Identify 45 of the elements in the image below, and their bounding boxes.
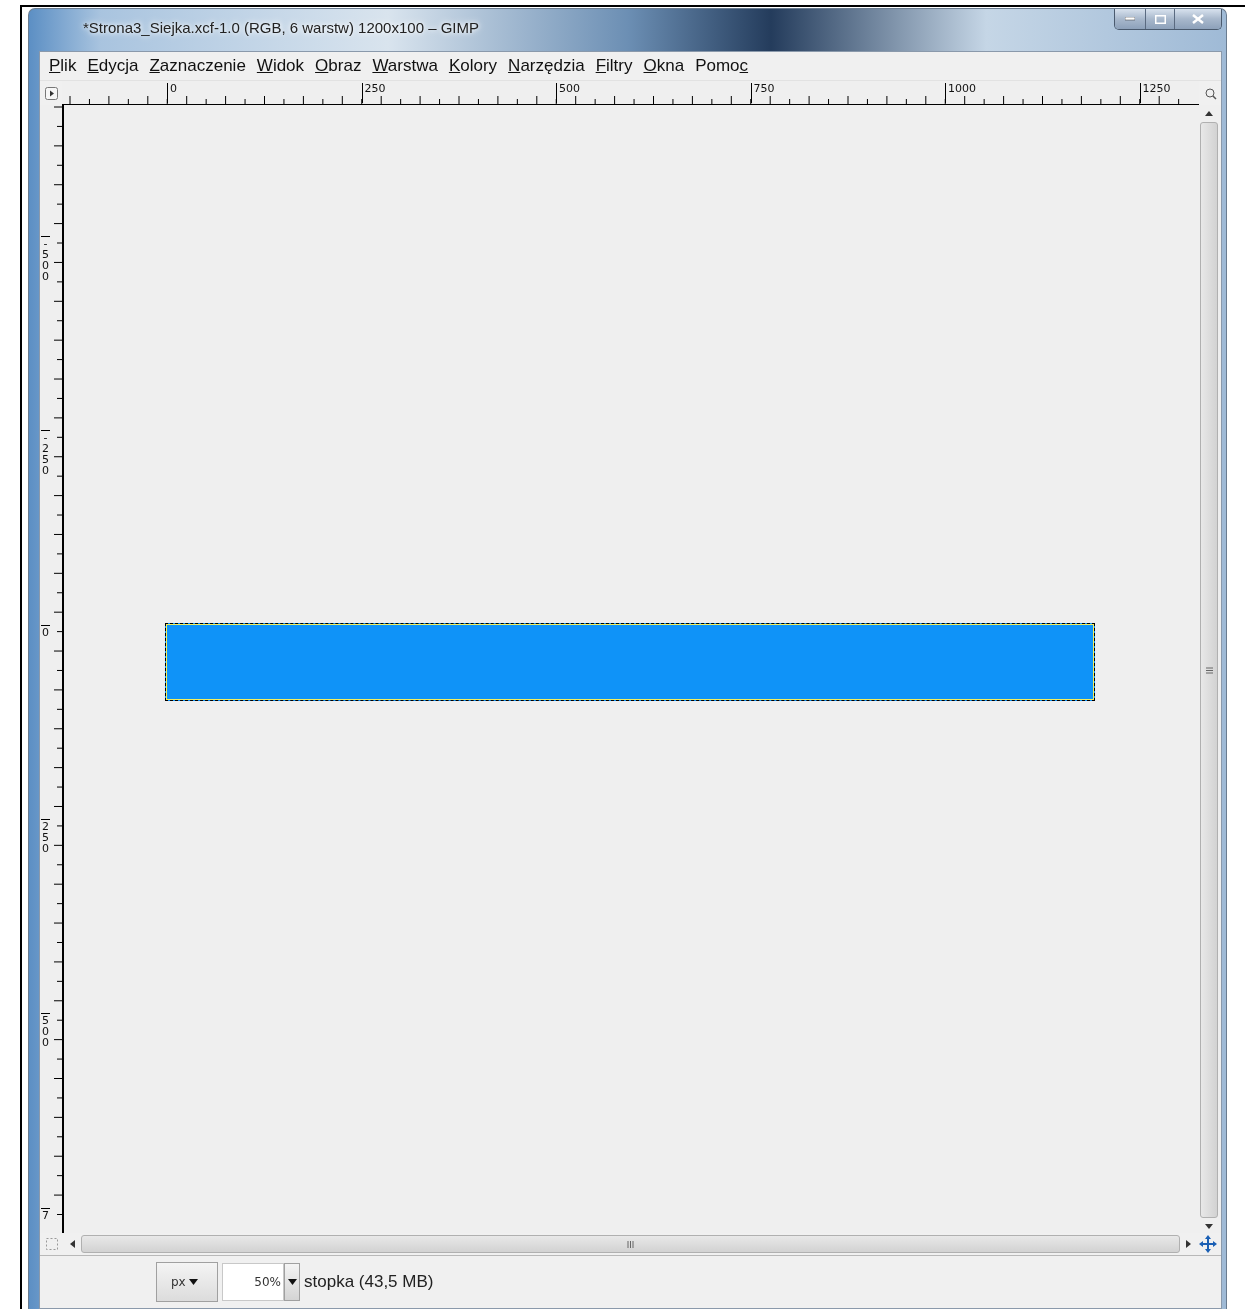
horizontal-scrollbar[interactable] <box>81 1235 1180 1253</box>
menu-item[interactable]: Edycja <box>82 56 145 76</box>
status-info: stopka (43,5 MB) <box>304 1272 434 1292</box>
scroll-right-icon[interactable] <box>1186 1240 1191 1248</box>
ruler-label: 750 <box>750 83 775 103</box>
maximize-icon <box>1154 14 1166 24</box>
unit-dropdown[interactable]: px <box>156 1262 218 1302</box>
vertical-scrollbar[interactable] <box>1200 122 1218 1218</box>
menu-item[interactable]: Warstwa <box>367 56 444 76</box>
menu-item[interactable]: Kolory <box>443 56 504 76</box>
scroll-left-icon[interactable] <box>70 1240 75 1248</box>
ruler-label: 0 <box>167 83 177 103</box>
grip-icon <box>627 1240 634 1248</box>
ruler-label: -250 <box>41 430 50 477</box>
menu-item[interactable]: Widok <box>251 56 311 76</box>
ruler-label: -500 <box>41 236 50 282</box>
menu-item[interactable]: Filtry <box>590 56 639 76</box>
grip-icon <box>1205 666 1213 674</box>
ruler-label: 250 <box>41 818 50 854</box>
scroll-down-icon[interactable] <box>1205 1224 1213 1229</box>
maximize-button[interactable] <box>1145 9 1174 29</box>
ruler-label: 1000 <box>945 83 976 103</box>
close-icon <box>1192 14 1204 24</box>
menu-item[interactable]: Narzędzia <box>503 56 591 76</box>
menu-item[interactable]: Obraz <box>310 56 368 76</box>
caret-icon <box>188 1279 198 1285</box>
minimize-icon <box>1125 17 1135 21</box>
window-title: *Strona3_Siejka.xcf-1.0 (RGB, 6 warstw) 1200x100 – GIMP <box>83 19 479 36</box>
ruler-label: 250 <box>361 83 386 103</box>
ruler-label: 500 <box>41 1013 50 1049</box>
ruler-label: 0 <box>41 624 50 638</box>
menu-item[interactable]: Plik <box>44 56 83 76</box>
menu-item[interactable]: Pomoc <box>690 56 755 76</box>
menu-item[interactable]: Okna <box>638 56 691 76</box>
ruler-label: 1250 <box>1139 83 1171 103</box>
scroll-up-icon[interactable] <box>1205 111 1213 116</box>
caret-icon <box>287 1279 297 1285</box>
ruler-label: 500 <box>556 83 580 103</box>
zoom-icon[interactable] <box>1203 86 1217 100</box>
zoom-dropdown[interactable] <box>284 1263 300 1301</box>
menu-item[interactable]: Zaznaczenie <box>144 56 252 76</box>
navigate-icon[interactable] <box>1199 1235 1217 1253</box>
zoom-field[interactable]: 50% <box>222 1263 284 1301</box>
ruler-label: 7 <box>41 1207 50 1221</box>
close-button[interactable] <box>1174 9 1221 29</box>
